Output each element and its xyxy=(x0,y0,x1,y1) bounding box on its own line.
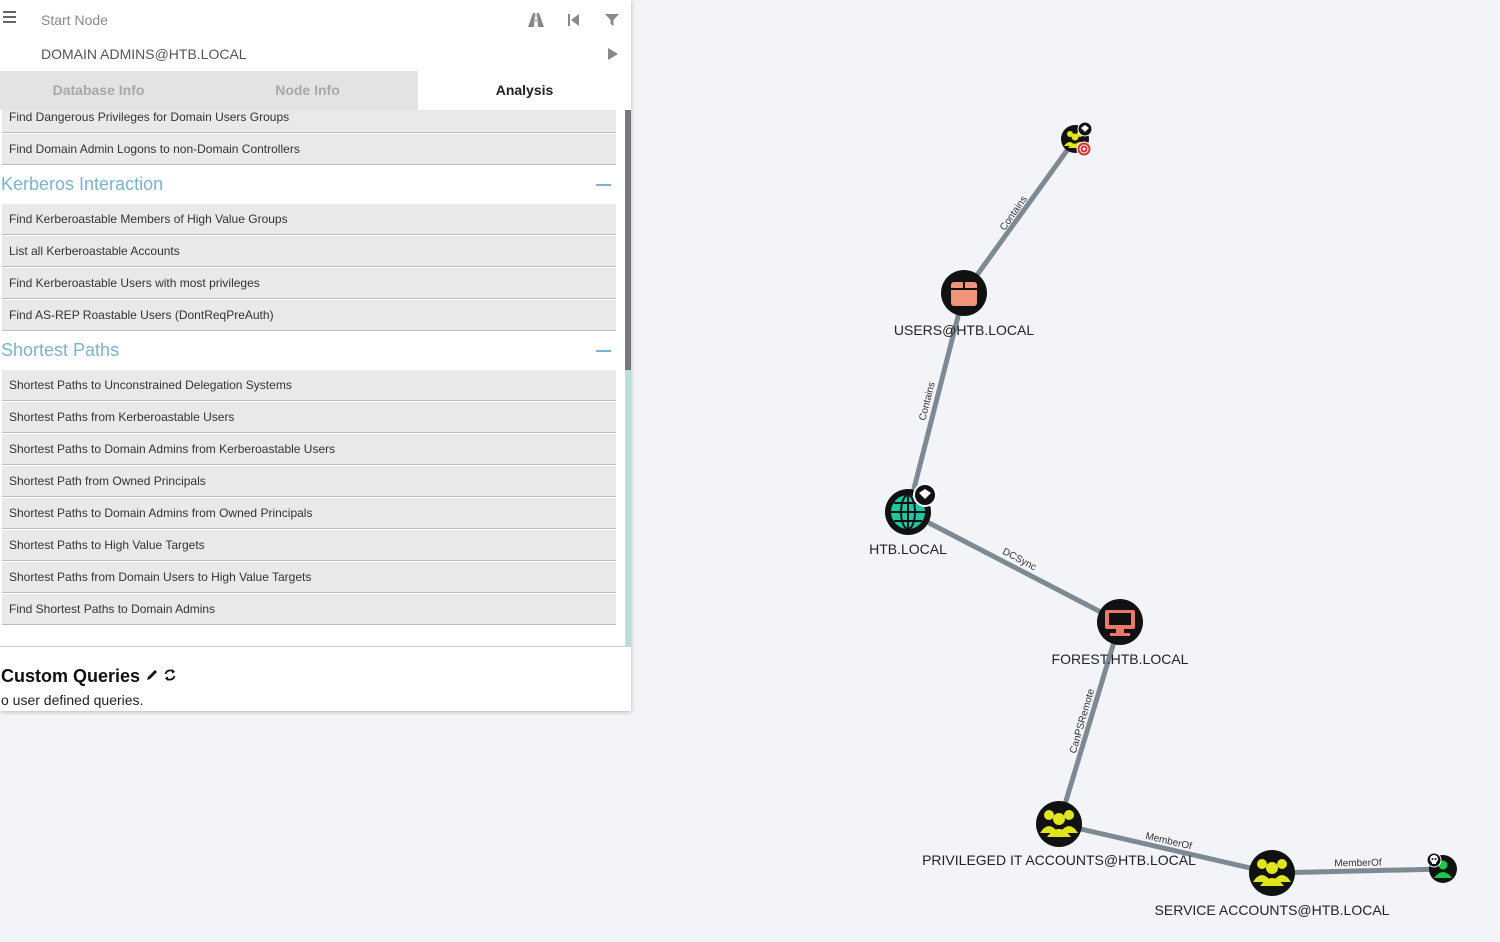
query-item[interactable]: Find Shortest Paths to Domain Admins xyxy=(2,594,616,625)
node-label-service-accounts: SERVICE ACCOUNTS@HTB.LOCAL xyxy=(1155,902,1390,918)
collapse-icon[interactable] xyxy=(596,184,611,186)
custom-queries-empty-text: o user defined queries. xyxy=(1,692,144,708)
diamond-badge-icon xyxy=(1077,121,1093,137)
node-users-ou[interactable]: USERS@HTB.LOCAL xyxy=(894,270,1034,338)
pencil-icon[interactable] xyxy=(145,668,159,682)
custom-queries-title: Custom Queries xyxy=(1,666,141,686)
target-node-row: DOMAIN ADMINS@HTB.LOCAL xyxy=(0,37,631,71)
query-item[interactable]: Find AS-REP Roastable Users (DontReqPreA… xyxy=(2,300,616,331)
target-node-input[interactable]: DOMAIN ADMINS@HTB.LOCAL xyxy=(41,46,247,62)
start-node-input[interactable]: Start Node xyxy=(41,12,108,28)
diamond-badge-icon xyxy=(913,483,937,507)
refresh-icon[interactable] xyxy=(163,668,177,682)
query-item[interactable]: Shortest Paths to Unconstrained Delegati… xyxy=(2,370,616,401)
node-owned-user[interactable] xyxy=(1426,852,1457,883)
query-item[interactable]: Find Kerberoastable Members of High Valu… xyxy=(2,204,616,235)
back-icon[interactable] xyxy=(565,11,583,29)
node-label-forest: FOREST.HTB.LOCAL xyxy=(1052,651,1189,667)
section-header-kerberos[interactable]: Kerberos Interaction xyxy=(1,167,616,203)
node-label-users-ou: USERS@HTB.LOCAL xyxy=(894,322,1034,338)
query-item[interactable]: Shortest Paths from Kerberoastable Users xyxy=(2,402,616,433)
query-item[interactable]: Shortest Paths to High Value Targets xyxy=(2,530,616,561)
menu-icon[interactable] xyxy=(3,11,16,26)
tab-database-info[interactable]: Database Info xyxy=(0,71,197,110)
tab-node-info[interactable]: Node Info xyxy=(197,71,418,110)
section-title: Kerberos Interaction xyxy=(1,174,164,194)
query-item[interactable]: Shortest Paths to Domain Admins from Own… xyxy=(2,498,616,529)
node-domain[interactable]: HTB.LOCAL xyxy=(869,483,947,557)
node-label-privileged-it: PRIVILEGED IT ACCOUNTS@HTB.LOCAL xyxy=(922,852,1196,868)
divider xyxy=(0,646,631,647)
collapse-icon[interactable] xyxy=(596,350,611,352)
edge-label-memberof-2: MemberOf xyxy=(1334,858,1382,870)
section-header-shortest-paths[interactable]: Shortest Paths xyxy=(1,333,616,369)
high-value-target-icon xyxy=(1076,141,1092,157)
query-item[interactable]: Find Domain Admin Logons to non-Domain C… xyxy=(2,134,616,165)
left-panel: Start Node DOMAIN ADMINS@HTB.LOCAL Datab… xyxy=(0,0,631,711)
query-item[interactable]: Shortest Paths to Domain Admins from Ker… xyxy=(2,434,616,465)
edge-memberof-2[interactable] xyxy=(1271,866,1444,876)
tab-analysis[interactable]: Analysis xyxy=(418,71,631,110)
query-item[interactable]: Find Kerberoastable Users with most priv… xyxy=(2,268,616,299)
filter-icon[interactable] xyxy=(603,11,621,29)
query-item[interactable]: Shortest Path from Owned Principals xyxy=(2,466,616,497)
node-label-domain: HTB.LOCAL xyxy=(869,541,947,557)
section-title: Shortest Paths xyxy=(1,340,120,360)
scrollbar-thumb[interactable] xyxy=(625,110,631,370)
start-node-row: Start Node xyxy=(0,3,631,37)
query-item[interactable]: Find Dangerous Privileges for Domain Use… xyxy=(2,110,616,133)
query-item[interactable]: List all Kerberoastable Accounts xyxy=(2,236,616,267)
play-icon[interactable] xyxy=(603,45,621,63)
edge-dcsync[interactable] xyxy=(906,509,1122,625)
skull-badge-icon xyxy=(1426,852,1442,868)
analysis-query-list[interactable]: Find Dangerous Privileges for Domain Use… xyxy=(0,110,631,646)
ou-box-icon xyxy=(951,282,977,306)
query-item[interactable]: Shortest Paths from Domain Users to High… xyxy=(2,562,616,593)
pathfinding-road-icon[interactable] xyxy=(527,11,545,29)
panel-tabs: Database Info Node Info Analysis xyxy=(0,71,631,110)
node-forest-computer[interactable]: FOREST.HTB.LOCAL xyxy=(1052,599,1189,667)
edge-contains-1[interactable] xyxy=(961,136,1079,295)
graph-edges: Contains Contains DCSync CanPSRemote Mem… xyxy=(905,136,1444,876)
